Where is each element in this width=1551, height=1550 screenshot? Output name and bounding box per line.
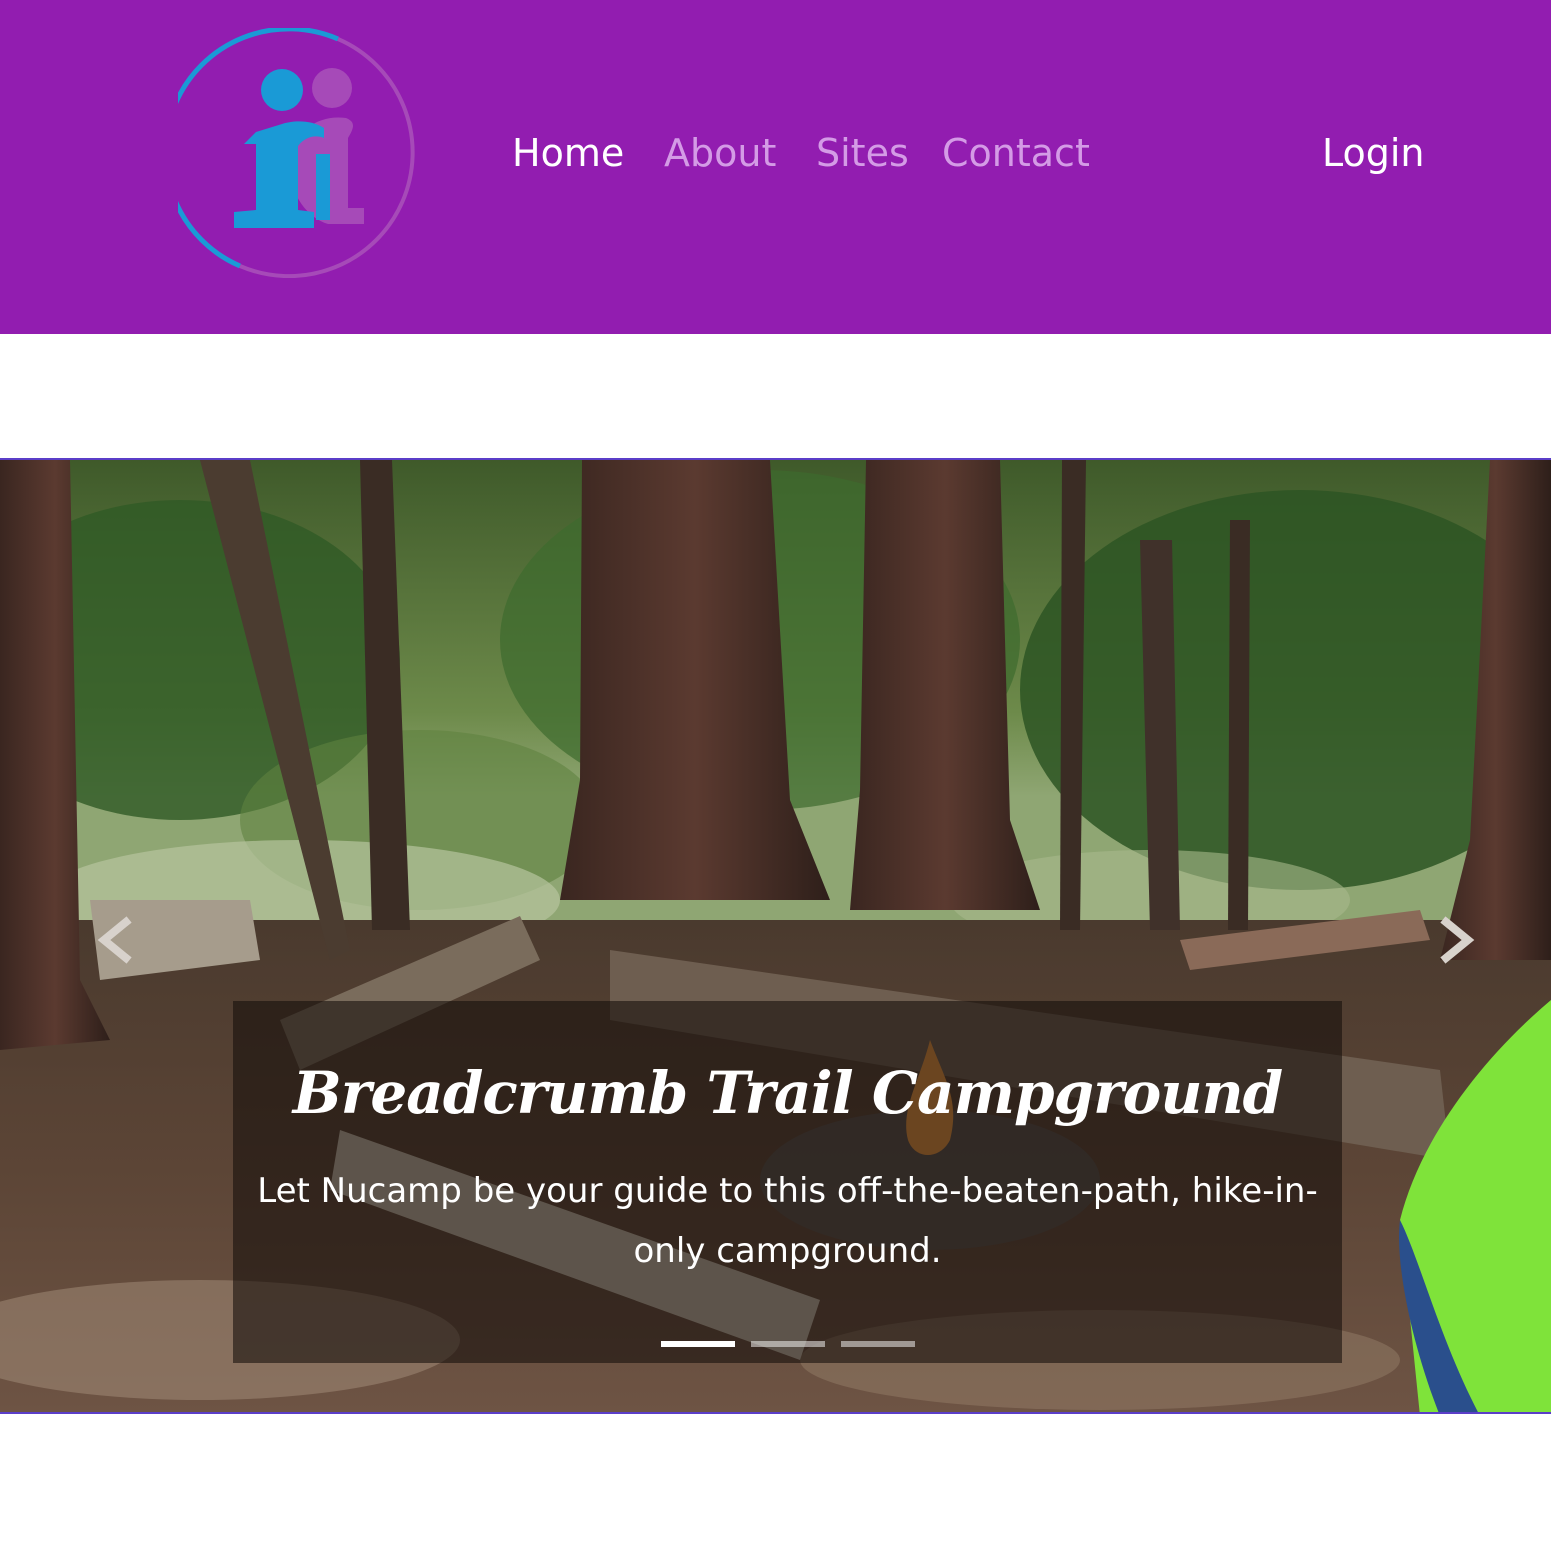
carousel-indicators [661, 1341, 921, 1349]
logo-head-blue [261, 69, 303, 111]
brand-logo[interactable] [178, 28, 428, 278]
chevron-left-icon [97, 916, 132, 964]
login-link[interactable]: Login [1322, 128, 1425, 178]
nav-link-contact[interactable]: Contact [942, 128, 1090, 178]
nav-link-sites[interactable]: Sites [816, 128, 909, 178]
logo-figure-blue-2 [316, 154, 330, 220]
nav-link-home[interactable]: Home [512, 128, 624, 178]
tree-trunk [1228, 520, 1250, 930]
hero-carousel: Breadcrumb Trail Campground Let Nucamp b… [0, 458, 1551, 1414]
carousel-prev-button[interactable] [82, 880, 142, 1000]
slide-title: Breadcrumb Trail Campground [292, 1059, 1283, 1127]
chevron-right-icon [1440, 916, 1475, 964]
carousel-caption: Breadcrumb Trail Campground Let Nucamp b… [233, 1001, 1342, 1363]
carousel-indicator-1[interactable] [661, 1341, 735, 1347]
carousel-indicator-2[interactable] [751, 1341, 825, 1347]
navbar: Home About Sites Contact Login [0, 0, 1551, 334]
carousel-next-button[interactable] [1430, 880, 1490, 1000]
slide-description: Let Nucamp be your guide to this off-the… [257, 1171, 1318, 1271]
logo-head-purple [312, 68, 352, 108]
carousel-indicator-3[interactable] [841, 1341, 915, 1347]
nav-link-about[interactable]: About [664, 128, 776, 178]
